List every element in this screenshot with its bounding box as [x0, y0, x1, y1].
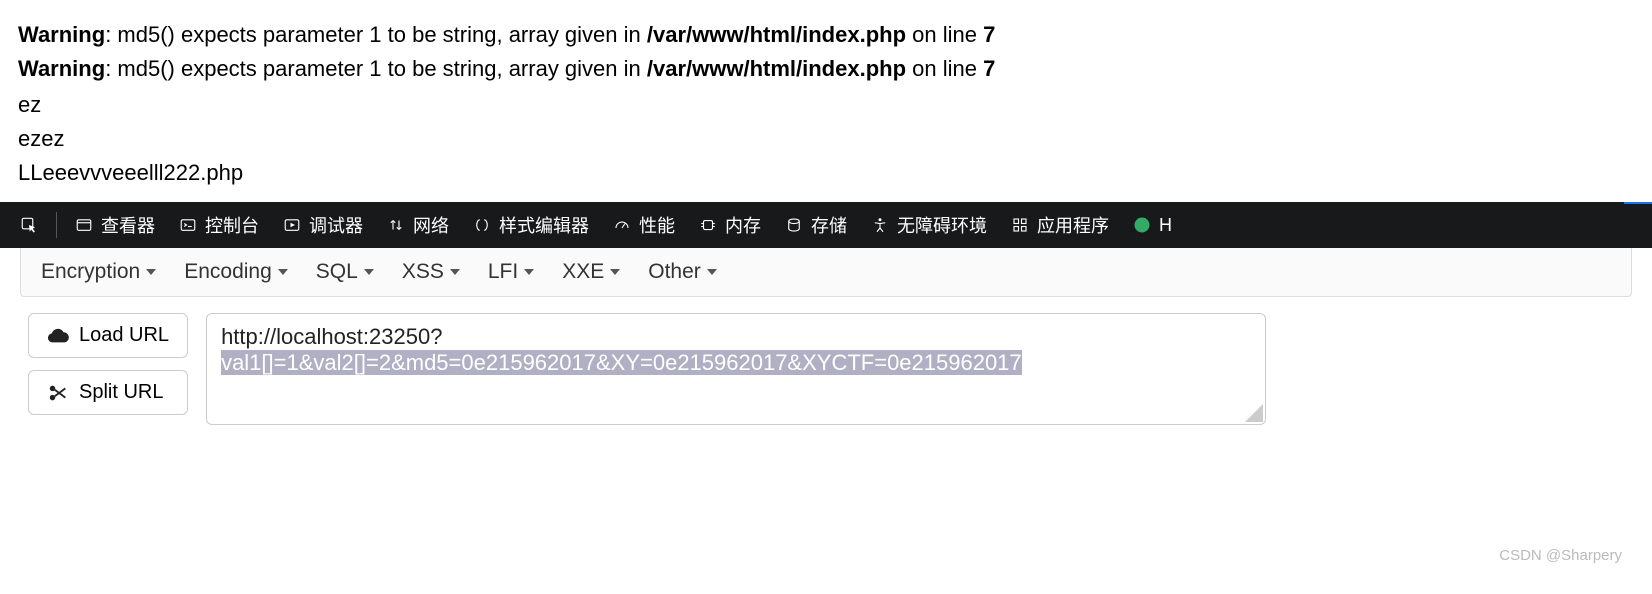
warning-online: on line	[906, 56, 983, 81]
warning-msg: : md5() expects parameter 1 to be string…	[105, 56, 647, 81]
tab-style-editor[interactable]: 样式编辑器	[461, 202, 601, 248]
tab-inspector[interactable]: 查看器	[63, 202, 167, 248]
warning-file: /var/www/html/index.php	[647, 22, 906, 47]
category-xxe[interactable]: XXE	[562, 260, 620, 284]
tab-label: 调试器	[309, 212, 363, 238]
warning-prefix: Warning	[18, 56, 105, 81]
category-label: Encoding	[184, 260, 272, 284]
tab-label: 控制台	[205, 212, 259, 238]
separator	[56, 212, 57, 238]
tab-label: 应用程序	[1037, 212, 1109, 238]
category-xss[interactable]: XSS	[402, 260, 460, 284]
warning-msg: : md5() expects parameter 1 to be string…	[105, 22, 647, 47]
warning-online: on line	[906, 22, 983, 47]
cloud-download-icon	[47, 325, 69, 347]
caret-down-icon	[364, 269, 374, 275]
category-encoding[interactable]: Encoding	[184, 260, 288, 284]
tab-label: 无障碍环境	[897, 212, 987, 238]
scissors-icon	[47, 382, 69, 404]
load-url-button[interactable]: Load URL	[28, 313, 188, 358]
caret-down-icon	[524, 269, 534, 275]
warning-line-2: Warning: md5() expects parameter 1 to be…	[18, 52, 1634, 86]
category-label: XSS	[402, 260, 444, 284]
category-label: XXE	[562, 260, 604, 284]
watermark: CSDN @Sharpery	[1499, 547, 1622, 564]
caret-down-icon	[610, 269, 620, 275]
category-label: SQL	[316, 260, 358, 284]
warning-lineno: 7	[983, 56, 995, 81]
tab-storage[interactable]: 存储	[773, 202, 859, 248]
devtools-toolbar: 查看器 控制台 调试器 网络 样式编辑器 性能 内存 存储 无障碍环境 应用程序…	[0, 202, 1652, 248]
hackbar-main: Load URL Split URL http://localhost:2325…	[0, 301, 1652, 433]
caret-down-icon	[707, 269, 717, 275]
tab-label: 存储	[811, 212, 847, 238]
tab-debugger[interactable]: 调试器	[271, 202, 375, 248]
url-input[interactable]: http://localhost:23250? val1[]=1&val2[]=…	[206, 313, 1266, 425]
action-buttons: Load URL Split URL	[28, 313, 188, 415]
tab-memory[interactable]: 内存	[687, 202, 773, 248]
category-label: Other	[648, 260, 701, 284]
output-line: ez	[18, 88, 1634, 122]
caret-down-icon	[146, 269, 156, 275]
category-label: Encryption	[41, 260, 140, 284]
tab-performance[interactable]: 性能	[601, 202, 687, 248]
category-sql[interactable]: SQL	[316, 260, 374, 284]
tab-label: 内存	[725, 212, 761, 238]
caret-down-icon	[450, 269, 460, 275]
inspect-picker-button[interactable]	[8, 202, 50, 248]
caret-down-icon	[278, 269, 288, 275]
tab-extra-label: H	[1159, 215, 1172, 236]
resize-handle[interactable]	[1243, 402, 1263, 422]
warning-file: /var/www/html/index.php	[647, 56, 906, 81]
button-label: Load URL	[79, 324, 169, 347]
warning-line-1: Warning: md5() expects parameter 1 to be…	[18, 18, 1634, 52]
tab-application[interactable]: 应用程序	[999, 202, 1121, 248]
category-encryption[interactable]: Encryption	[41, 260, 156, 284]
tab-extension[interactable]: H	[1121, 202, 1184, 248]
category-other[interactable]: Other	[648, 260, 717, 284]
button-label: Split URL	[79, 381, 163, 404]
output-line: ezez	[18, 122, 1634, 156]
url-line-2-selected: val1[]=1&val2[]=2&md5=0e215962017&XY=0e2…	[221, 350, 1022, 375]
warning-lineno: 7	[983, 22, 995, 47]
active-indicator	[1624, 202, 1652, 204]
tab-console[interactable]: 控制台	[167, 202, 271, 248]
hackbar-categories: Encryption Encoding SQL XSS LFI XXE Othe…	[20, 248, 1632, 297]
php-output: Warning: md5() expects parameter 1 to be…	[0, 0, 1652, 202]
tab-label: 查看器	[101, 212, 155, 238]
category-lfi[interactable]: LFI	[488, 260, 534, 284]
tab-label: 网络	[413, 212, 449, 238]
tab-accessibility[interactable]: 无障碍环境	[859, 202, 999, 248]
category-label: LFI	[488, 260, 518, 284]
warning-prefix: Warning	[18, 22, 105, 47]
tab-network[interactable]: 网络	[375, 202, 461, 248]
tab-label: 性能	[639, 212, 675, 238]
tab-label: 样式编辑器	[499, 212, 589, 238]
url-line-1: http://localhost:23250?	[221, 324, 1251, 350]
split-url-button[interactable]: Split URL	[28, 370, 188, 415]
output-line: LLeeevvveeelll222.php	[18, 156, 1634, 190]
